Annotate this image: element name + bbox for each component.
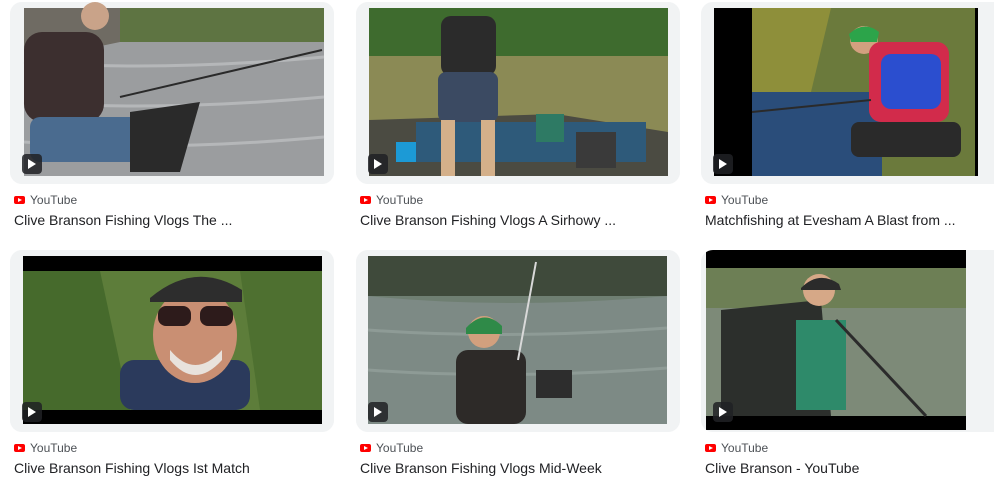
play-icon [22,402,42,422]
thumbnail-image [356,250,680,432]
thumbnail-image [701,250,994,432]
play-icon [713,402,733,422]
video-thumbnail[interactable] [356,250,680,432]
source-label: YouTube [376,193,424,207]
result-card[interactable]: YouTube Clive Branson Fishing Vlogs The … [10,2,334,242]
youtube-icon [705,196,716,204]
thumbnail-image [701,2,994,184]
video-thumbnail[interactable] [10,250,334,432]
source-label: YouTube [721,441,769,455]
result-source[interactable]: YouTube [360,192,423,208]
thumbnail-image [10,2,334,184]
youtube-icon [360,196,371,204]
result-title[interactable]: Clive Branson Fishing Vlogs The ... [14,211,334,229]
source-label: YouTube [30,193,78,207]
play-icon [22,154,42,174]
video-thumbnail[interactable] [701,2,994,184]
youtube-icon [14,444,25,452]
result-card[interactable]: YouTube Clive Branson - YouTube [701,250,994,490]
play-icon [368,154,388,174]
source-label: YouTube [30,441,78,455]
result-title[interactable]: Clive Branson Fishing Vlogs Mid-Week [360,459,680,477]
result-source[interactable]: YouTube [705,192,768,208]
result-source[interactable]: YouTube [360,440,423,456]
video-thumbnail[interactable] [701,250,994,432]
result-card[interactable]: YouTube Clive Branson Fishing Vlogs A Si… [356,2,680,242]
result-title[interactable]: Clive Branson Fishing Vlogs A Sirhowy ..… [360,211,680,229]
result-card[interactable]: YouTube Clive Branson Fishing Vlogs Ist … [10,250,334,490]
thumbnail-image [356,2,680,184]
youtube-icon [360,444,371,452]
result-title[interactable]: Clive Branson Fishing Vlogs Ist Match [14,459,334,477]
result-source[interactable]: YouTube [14,440,77,456]
result-title[interactable]: Matchfishing at Evesham A Blast from ... [705,211,994,229]
video-thumbnail[interactable] [356,2,680,184]
video-thumbnail[interactable] [10,2,334,184]
source-label: YouTube [721,193,769,207]
result-source[interactable]: YouTube [14,192,77,208]
source-label: YouTube [376,441,424,455]
play-icon [368,402,388,422]
result-card[interactable]: YouTube Matchfishing at Evesham A Blast … [701,2,994,242]
youtube-icon [705,444,716,452]
youtube-icon [14,196,25,204]
result-source[interactable]: YouTube [705,440,768,456]
play-icon [713,154,733,174]
result-card[interactable]: YouTube Clive Branson Fishing Vlogs Mid-… [356,250,680,490]
thumbnail-image [10,250,334,432]
result-title[interactable]: Clive Branson - YouTube [705,459,994,477]
